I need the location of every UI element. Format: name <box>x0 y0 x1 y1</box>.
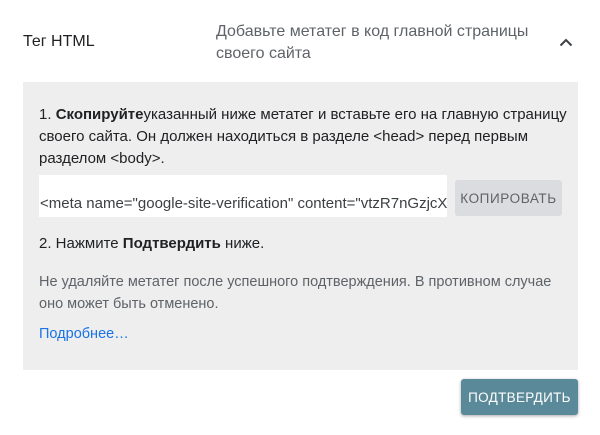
collapse-button[interactable] <box>554 30 578 54</box>
step-2-text: 2. Нажмите Подтвердить ниже. <box>39 235 265 252</box>
verification-method-header[interactable]: Тег HTML Добавьте метатег в код главной … <box>0 0 600 82</box>
meta-tag-field[interactable] <box>39 175 447 217</box>
copy-button[interactable]: КОПИРОВАТЬ <box>455 180 562 216</box>
learn-more-link[interactable]: Подробнее… <box>39 326 129 342</box>
step-1-text: 1. Скопируйтеуказанный ниже метатег и вс… <box>39 106 567 167</box>
chevron-up-icon <box>559 38 573 46</box>
notice-text: Не удаляйте метатег после успешного подт… <box>39 274 552 312</box>
step-2-bold: Подтвердить <box>122 235 221 252</box>
method-label: Тег HTML <box>23 33 95 50</box>
instructions-panel: 1. Скопируйтеуказанный ниже метатег и вс… <box>23 82 578 370</box>
step-1-bold: Скопируйте <box>55 106 144 123</box>
confirm-button[interactable]: ПОДТВЕРДИТЬ <box>461 379 578 415</box>
method-description: Добавьте метатег в код главной страницы … <box>216 23 529 62</box>
